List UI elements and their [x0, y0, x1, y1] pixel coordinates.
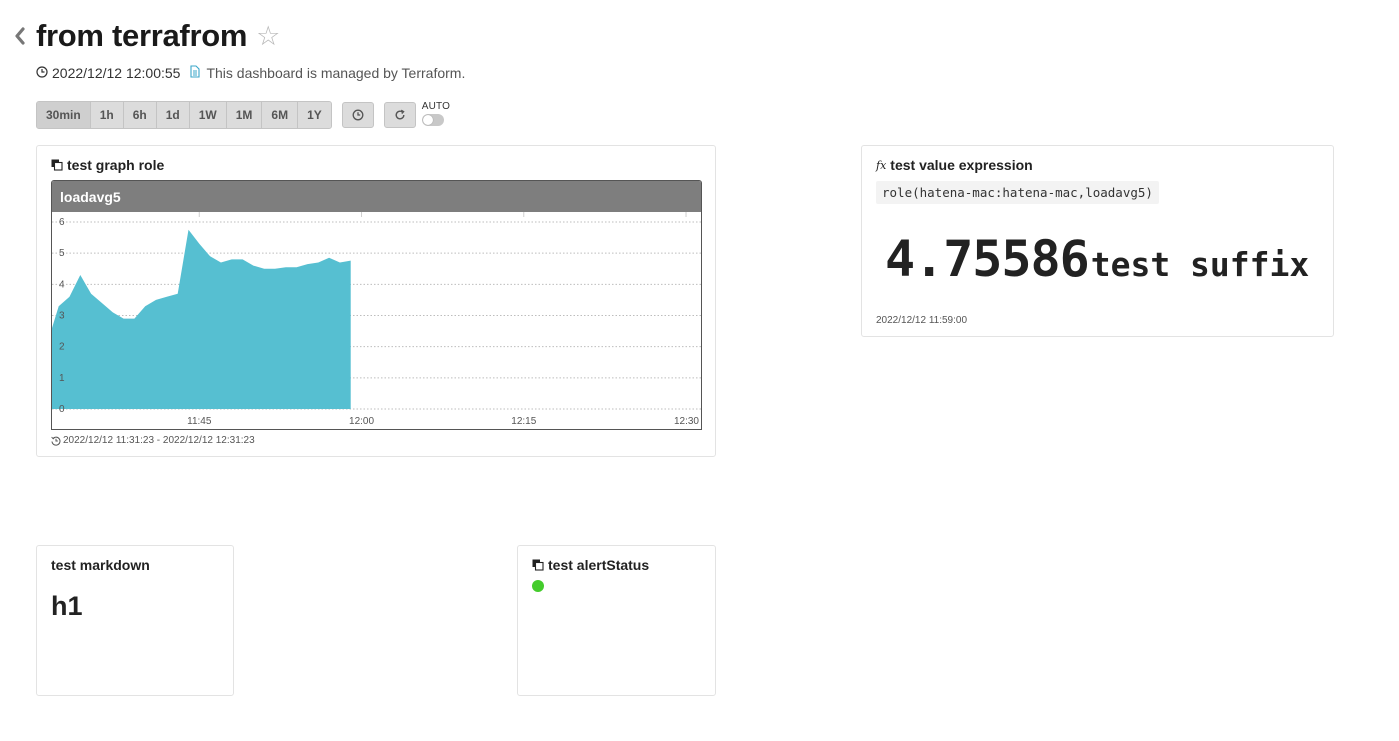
- y-tick-label: 0: [59, 404, 65, 415]
- range-button-1h[interactable]: 1h: [90, 102, 124, 128]
- series-area-loadavg5: [52, 229, 351, 409]
- dashboard-meta: 2022/12/12 12:00:55 This dashboard is ma…: [36, 65, 465, 81]
- y-tick-label: 2: [59, 342, 65, 353]
- alert-status-indicator: [532, 580, 544, 592]
- range-button-6h[interactable]: 6h: [123, 102, 157, 128]
- dashboard-header: from terrafrom ☆: [10, 18, 280, 54]
- graph-widget-title-text: test graph role: [67, 157, 165, 173]
- y-tick-label: 5: [59, 248, 65, 259]
- range-button-1w[interactable]: 1W: [189, 102, 227, 128]
- auto-refresh-label: AUTO: [421, 100, 451, 112]
- markdown-heading: h1: [51, 591, 83, 621]
- clock-icon: [36, 65, 48, 81]
- markdown-widget-title: test markdown: [51, 557, 150, 573]
- back-chevron-icon[interactable]: [10, 22, 30, 50]
- metric-value: 4.75586 test suffix: [885, 230, 1309, 288]
- range-button-6m[interactable]: 6M: [262, 102, 299, 128]
- custom-time-button[interactable]: [341, 102, 374, 128]
- refresh-icon: [395, 109, 405, 120]
- x-tick-label: 12:00: [349, 416, 374, 427]
- graph-widget-title: test graph role: [51, 157, 164, 173]
- value-widget: 𝑓x test value expression role(hatena-mac…: [861, 145, 1334, 337]
- range-button-30min[interactable]: 30min: [37, 102, 91, 128]
- star-icon[interactable]: ☆: [256, 23, 280, 50]
- value-timestamp: 2022/12/12 11:59:00: [876, 315, 968, 326]
- x-tick-label: 12:30: [674, 416, 699, 427]
- metric-value-suffix: test suffix: [1090, 245, 1310, 284]
- function-icon: 𝑓x: [876, 158, 887, 172]
- markdown-widget: test markdown h1: [36, 545, 234, 696]
- copy-icon[interactable]: [51, 159, 63, 171]
- y-tick-label: 1: [59, 373, 65, 384]
- updated-timestamp: 2022/12/12 12:00:55: [52, 65, 181, 81]
- x-tick-label: 11:45: [187, 416, 212, 427]
- value-widget-title-text: test value expression: [890, 157, 1033, 173]
- graph-name: loadavg5: [52, 181, 701, 212]
- refresh-button[interactable]: [383, 102, 416, 128]
- y-tick-label: 3: [59, 311, 65, 322]
- y-tick-label: 4: [59, 279, 65, 290]
- graph-widget: test graph role loadavg5 0 1 2 3 4 5 6 11:45 12:…: [36, 145, 716, 457]
- page-title: from terrafrom: [36, 18, 248, 53]
- graph-chart[interactable]: loadavg5 0 1 2 3 4 5 6 11:45 12:00 12:15 12:30: [51, 180, 702, 430]
- range-button-1d[interactable]: 1d: [156, 102, 190, 128]
- value-widget-title: 𝑓x test value expression: [876, 157, 1033, 173]
- auto-refresh-toggle[interactable]: [421, 113, 444, 126]
- metric-value-number: 4.75586: [885, 230, 1090, 288]
- alert-widget-title: test alertStatus: [532, 557, 649, 573]
- chart-canvas: 0 1 2 3 4 5 6 11:45 12:00 12:15 12:30: [52, 212, 701, 427]
- auto-refresh: AUTO: [421, 100, 451, 126]
- copy-icon[interactable]: [532, 559, 544, 571]
- graph-time-range-text: 2022/12/12 11:31:23 - 2022/12/12 12:31:2…: [63, 435, 255, 446]
- alert-widget-title-text: test alertStatus: [548, 557, 650, 573]
- toggle-knob: [422, 114, 433, 125]
- y-tick-label: 6: [59, 217, 65, 228]
- document-icon: [190, 65, 201, 81]
- alert-status-widget: test alertStatus: [517, 545, 716, 696]
- graph-time-range: 2022/12/12 11:31:23 - 2022/12/12 12:31:2…: [51, 435, 255, 446]
- range-button-1m[interactable]: 1M: [226, 102, 263, 128]
- time-range-selector: 30min 1h 6h 1d 1W 1M 6M 1Y: [36, 101, 332, 129]
- clock-icon: [352, 109, 364, 121]
- managed-note: This dashboard is managed by Terraform.: [206, 65, 466, 81]
- x-tick-label: 12:15: [511, 416, 536, 427]
- range-button-1y[interactable]: 1Y: [298, 102, 331, 128]
- history-icon: [51, 436, 61, 446]
- value-expression: role(hatena-mac:hatena-mac,loadavg5): [876, 181, 1159, 204]
- time-toolbar: 30min 1h 6h 1d 1W 1M 6M 1Y AUTO: [36, 101, 450, 129]
